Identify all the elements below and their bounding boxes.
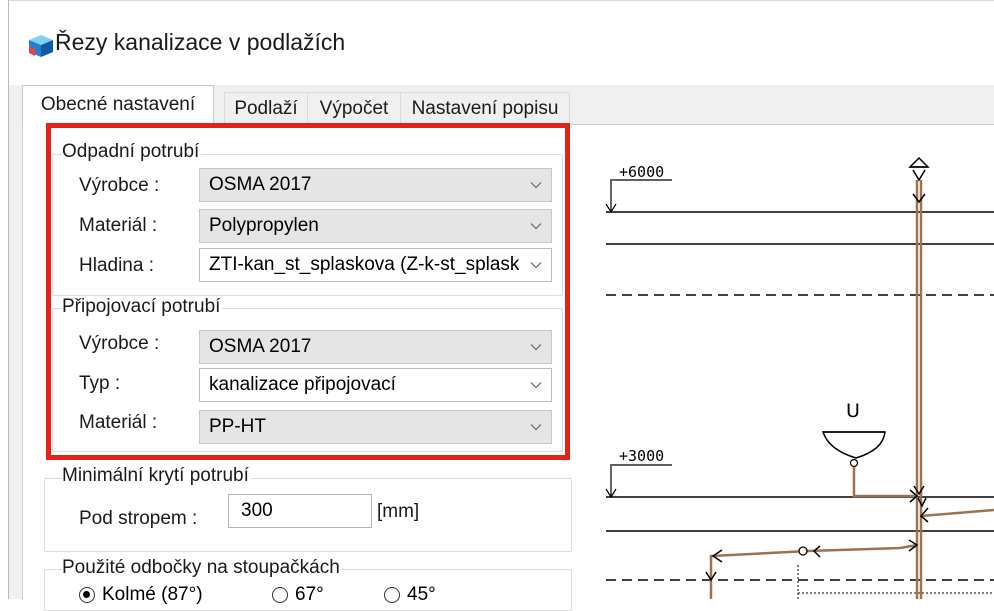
waste-layer-label: Hladina : [79,255,154,276]
combo-value: OSMA 2017 [209,336,312,357]
chevron-down-icon [521,369,551,401]
title-bar[interactable]: Řezy kanalizace v podlažích [9,0,994,85]
combo-value: OSMA 2017 [209,174,312,195]
3d-box-app-icon [29,35,53,57]
combo-value: ZTI-kan_st_splaskova (Z-k-st_splaskova) [209,254,519,275]
combo-value: Polypropylen [209,215,319,236]
connecting-material-label: Materiál : [79,412,158,433]
connecting-type-label: Typ : [79,373,121,394]
connecting-type-select[interactable]: kanalizace připojovací [199,368,552,402]
fixture-label: U [846,400,860,422]
chevron-down-icon [521,169,551,201]
chevron-down-icon [521,331,551,363]
washbasin-fixture: U [821,400,886,468]
vent-cap-icon [908,156,930,182]
radio-dot-icon [272,587,288,603]
waste-manufacturer-select[interactable]: OSMA 2017 [199,168,552,202]
waste-material-label: Materiál : [79,215,158,236]
min-cover-group-label: Minimální krytí potrubí [62,465,251,487]
tab-strip: Obecné nastavení Podlaží Výpočet Nastave… [22,85,994,126]
radio-label: Kolmé (87°) [102,584,203,605]
radio-dot-icon [384,587,400,603]
connecting-pipe-group-label: Připojovací potrubí [62,296,223,318]
level-marker-upper: +6000 [605,163,672,214]
tab-general-settings[interactable]: Obecné nastavení [22,85,214,126]
below-ceiling-input[interactable] [228,494,372,528]
connecting-pipe [920,508,994,518]
combo-value: kanalizace připojovací [209,374,396,395]
tab-label: Nastavení popisu [411,98,559,119]
radio-45[interactable]: 45° [384,584,436,606]
chevron-down-icon [521,210,551,242]
tab-calculation[interactable]: Výpočet [307,92,401,125]
radio-perpendicular[interactable]: Kolmé (87°) [79,584,203,606]
tab-label-settings[interactable]: Nastavení popisu [400,92,570,125]
branches-group-label: Použité odbočky na stoupačkách [62,557,342,579]
tab-label: Obecné nastavení [40,94,196,115]
chevron-down-icon [521,411,551,443]
waste-pipe-group-label: Odpadní potrubí [62,141,202,163]
tab-label: Výpočet [319,98,389,119]
level-marker-lower: +3000 [605,447,672,499]
radio-dot-icon [79,587,95,603]
radio-label: 67° [295,584,324,605]
waste-manufacturer-label: Výrobce : [79,175,160,196]
waste-material-select[interactable]: Polypropylen [199,209,552,243]
level-label-upper: +6000 [619,163,664,181]
window-title: Řezy kanalizace v podlažích [55,29,346,55]
connecting-material-select[interactable]: PP-HT [199,410,552,444]
radio-label: 45° [407,584,436,605]
combo-value: PP-HT [209,416,266,437]
unit-label: [mm] [377,501,420,522]
level-label-lower: +3000 [619,447,664,465]
connecting-manufacturer-select[interactable]: OSMA 2017 [199,330,552,364]
radio-67[interactable]: 67° [272,584,324,606]
chevron-down-icon [521,249,551,281]
connecting-pipe [852,467,917,498]
tab-floors[interactable]: Podlaží [224,92,308,125]
section-preview: +6000 +3000 U [605,156,994,599]
below-ceiling-label: Pod stropem : [79,508,198,529]
waste-layer-select[interactable]: ZTI-kan_st_splaskova (Z-k-st_splaskova) [199,248,552,282]
connecting-manufacturer-label: Výrobce : [79,333,160,354]
connecting-pipe [709,543,918,599]
tab-label: Podlaží [234,98,298,119]
